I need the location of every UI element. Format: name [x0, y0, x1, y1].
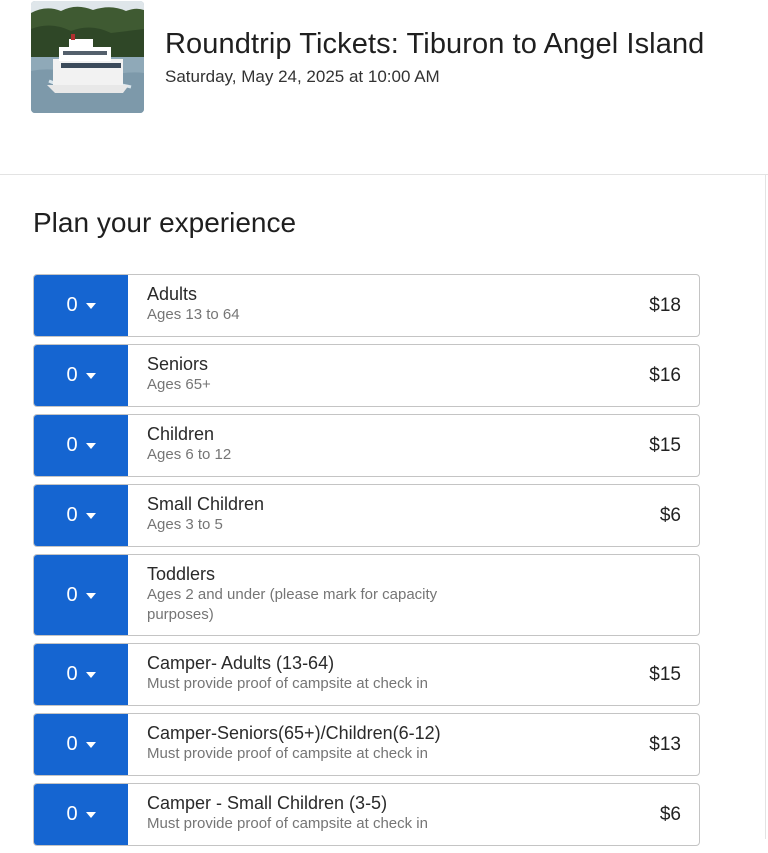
- caret-down-icon: [85, 592, 96, 599]
- quantity-value: 0: [66, 733, 78, 755]
- ticket-row-seniors: 0 Seniors Ages 65+ $16: [33, 344, 700, 407]
- ferry-boat-photo: [31, 1, 144, 113]
- event-header: Roundtrip Tickets: Tiburon to Angel Isla…: [0, 0, 768, 175]
- event-date: Saturday, May 24, 2025 at 10:00 AM: [165, 67, 440, 86]
- ticket-row-camper-adults: 0 Camper- Adults (13-64) Must provide pr…: [33, 643, 700, 706]
- ticket-name: Camper-Seniors(65+)/Children(6-12): [147, 723, 441, 743]
- quantity-dropdown[interactable]: 0: [34, 555, 128, 635]
- ticket-row-camper-seniors-children: 0 Camper-Seniors(65+)/Children(6-12) Mus…: [33, 713, 700, 776]
- ticket-name: Small Children: [147, 494, 265, 514]
- quantity-dropdown[interactable]: 0: [34, 415, 128, 476]
- ticket-price: $15: [649, 663, 681, 685]
- ticket-name: Children: [147, 424, 215, 444]
- caret-down-icon: [85, 812, 96, 818]
- ticket-price: $15: [649, 434, 681, 456]
- ticket-description: Must provide proof of campsite at check …: [147, 675, 428, 692]
- quantity-value: 0: [66, 294, 78, 316]
- ticket-price: $16: [649, 364, 681, 386]
- ticket-row-small-children: 0 Small Children Ages 3 to 5 $6: [33, 484, 700, 547]
- caret-down-icon: [85, 672, 96, 678]
- ticket-row-toddlers: 0 Toddlers Ages 2 and under (please mark…: [33, 554, 700, 636]
- caret-down-icon: [85, 513, 96, 519]
- ticket-name: Camper - Small Children (3-5): [147, 793, 388, 813]
- quantity-value: 0: [66, 663, 78, 685]
- quantity-value: 0: [66, 364, 78, 386]
- ticket-description: Must provide proof of campsite at check …: [147, 815, 428, 832]
- ticket-info: Camper-Seniors(65+)/Children(6-12) Must …: [128, 714, 699, 775]
- ticket-info: Seniors Ages 65+ $16: [128, 345, 699, 406]
- ticket-name: Toddlers: [147, 564, 216, 584]
- ticket-description: Ages 65+: [147, 376, 211, 393]
- panel-divider: [765, 175, 766, 839]
- ticket-info: Adults Ages 13 to 64 $18: [128, 275, 699, 336]
- quantity-value: 0: [66, 434, 78, 456]
- ticket-description: Must provide proof of campsite at check …: [147, 745, 428, 762]
- quantity-dropdown[interactable]: 0: [34, 275, 128, 336]
- ticket-row-children: 0 Children Ages 6 to 12 $15: [33, 414, 700, 477]
- ticket-description: Ages 2 and under (please mark for capaci…: [147, 586, 438, 623]
- ticket-info: Toddlers Ages 2 and under (please mark f…: [128, 555, 699, 635]
- ticket-description: Ages 13 to 64: [147, 306, 240, 323]
- ticket-price: $6: [659, 803, 681, 825]
- event-title: Roundtrip Tickets: Tiburon to Angel Isla…: [165, 28, 705, 60]
- quantity-dropdown[interactable]: 0: [34, 345, 128, 406]
- ticket-row-camper-small-children: 0 Camper - Small Children (3-5) Must pro…: [33, 783, 700, 846]
- ticket-price: $13: [649, 733, 681, 755]
- quantity-dropdown[interactable]: 0: [34, 485, 128, 546]
- ticket-info: Children Ages 6 to 12 $15: [128, 415, 699, 476]
- caret-down-icon: [85, 303, 96, 309]
- caret-down-icon: [85, 443, 96, 449]
- caret-down-icon: [85, 373, 96, 379]
- header-divider: [0, 174, 768, 175]
- ticket-name: Adults: [147, 284, 198, 304]
- ticket-price: $18: [649, 294, 681, 316]
- ticket-info: Camper- Adults (13-64) Must provide proo…: [128, 644, 699, 705]
- ticket-name: Camper- Adults (13-64): [147, 653, 335, 673]
- ticket-price: $6: [659, 504, 681, 526]
- quantity-value: 0: [66, 583, 78, 606]
- ticket-row-adults: 0 Adults Ages 13 to 64 $18: [33, 274, 700, 337]
- quantity-dropdown[interactable]: 0: [34, 784, 128, 845]
- quantity-value: 0: [66, 504, 78, 526]
- section-title: Plan your experience: [33, 207, 297, 238]
- ticket-description: Ages 6 to 12: [147, 446, 232, 463]
- ticket-info: Small Children Ages 3 to 5 $6: [128, 485, 699, 546]
- ticket-info: Camper - Small Children (3-5) Must provi…: [128, 784, 699, 845]
- quantity-dropdown[interactable]: 0: [34, 714, 128, 775]
- ticket-name: Seniors: [147, 354, 209, 374]
- quantity-dropdown[interactable]: 0: [34, 644, 128, 705]
- ticket-description: Ages 3 to 5: [147, 516, 223, 533]
- ticket-list: 0 Adults Ages 13 to 64 $18 0 Seniors Age…: [33, 274, 700, 853]
- quantity-value: 0: [66, 803, 78, 825]
- caret-down-icon: [85, 742, 96, 748]
